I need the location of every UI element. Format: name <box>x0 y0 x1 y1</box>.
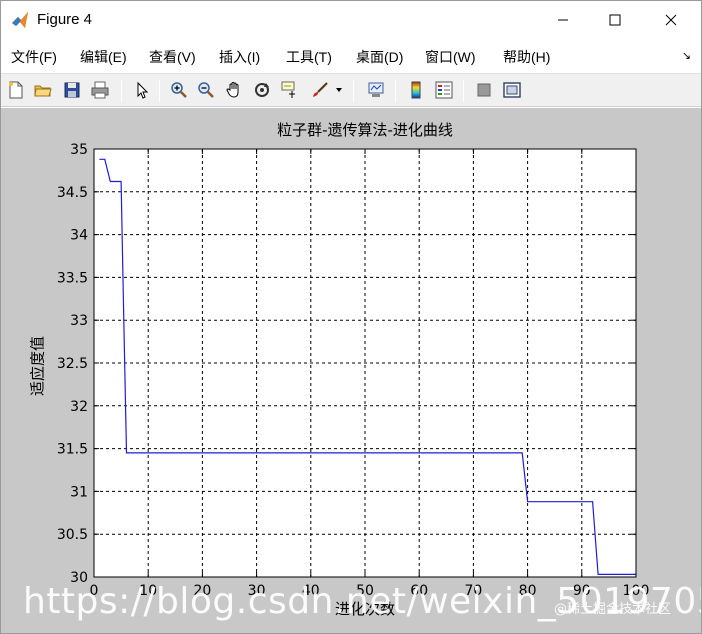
maximize-icon <box>609 14 621 26</box>
toolbar-separator <box>395 80 396 102</box>
menu-file[interactable]: 文件(F) <box>11 47 57 67</box>
close-button[interactable] <box>645 1 697 39</box>
title-bar: Figure 4 <box>1 1 701 39</box>
close-icon <box>665 14 677 26</box>
figure-canvas[interactable]: 0 10 20 30 40 50 60 70 80 90 100 30 30.5 31 31.5 32 32.5… <box>1 108 701 633</box>
brush-icon[interactable] <box>309 79 331 101</box>
window-title: Figure 4 <box>37 11 93 28</box>
link-plot-icon[interactable] <box>365 79 387 101</box>
menu-help[interactable]: 帮助(H) <box>503 47 550 67</box>
watermark-site: @稀土掘金技术社区 <box>554 602 672 617</box>
hide-plot-tools-icon[interactable] <box>473 79 495 101</box>
y-tick-label: 31.5 <box>57 442 88 458</box>
legend-icon[interactable] <box>433 79 455 101</box>
y-tick-label: 33 <box>70 313 88 329</box>
menu-tools[interactable]: 工具(T) <box>286 47 332 67</box>
menu-insert[interactable]: 插入(I) <box>219 47 260 67</box>
y-tick-label: 34.5 <box>57 185 88 201</box>
menu-view[interactable]: 查看(V) <box>149 47 196 67</box>
zoom-out-icon[interactable] <box>195 79 217 101</box>
data-cursor-icon[interactable] <box>279 79 301 101</box>
menu-window[interactable]: 窗口(W) <box>425 47 476 67</box>
zoom-in-icon[interactable] <box>168 79 190 101</box>
new-file-icon[interactable] <box>5 79 27 101</box>
show-plot-tools-icon[interactable] <box>501 79 523 101</box>
colorbar-icon[interactable] <box>405 79 427 101</box>
chart-title: 粒子群-遗传算法-进化曲线 <box>277 121 453 139</box>
y-tick-label: 31 <box>70 484 88 500</box>
menu-desktop[interactable]: 桌面(D) <box>356 47 403 67</box>
menu-overflow-icon[interactable]: ↘ <box>682 49 691 62</box>
maximize-button[interactable] <box>589 1 641 39</box>
toolbar-separator <box>159 80 160 102</box>
plot-svg: 0 10 20 30 40 50 60 70 80 90 1003030.53131.53232.5… <box>57 142 650 599</box>
open-folder-icon[interactable] <box>32 79 54 101</box>
minimize-button[interactable] <box>537 1 589 39</box>
pan-hand-icon[interactable] <box>223 79 245 101</box>
y-tick-label: 35 <box>70 142 88 158</box>
y-tick-label: 33.5 <box>57 270 88 286</box>
toolbar-separator <box>353 80 354 102</box>
save-icon[interactable] <box>61 79 83 101</box>
pointer-icon[interactable] <box>131 79 153 101</box>
rotate-3d-icon[interactable] <box>251 79 273 101</box>
brush-dropdown-icon[interactable] <box>333 79 345 101</box>
figure-toolbar <box>1 73 701 107</box>
y-tick-label: 32 <box>70 399 88 415</box>
y-axis-label: 适应度值 <box>28 335 47 397</box>
y-tick-label: 34 <box>70 228 88 244</box>
print-icon[interactable] <box>89 79 111 101</box>
menu-edit[interactable]: 编辑(E) <box>80 47 127 67</box>
y-tick-label: 32.5 <box>57 356 88 372</box>
toolbar-separator <box>463 80 464 102</box>
toolbar-separator <box>121 80 122 102</box>
minimize-icon <box>558 19 568 21</box>
menu-bar: 文件(F) 编辑(E) 查看(V) 插入(I) 工具(T) 桌面(D) 窗口(W… <box>1 41 701 71</box>
y-tick-label: 30.5 <box>57 527 88 543</box>
matlab-logo-icon <box>11 11 29 29</box>
figure-window: Figure 4 文件(F) 编辑(E) 查看(V) 插入(I) 工具(T) 桌… <box>0 0 702 634</box>
